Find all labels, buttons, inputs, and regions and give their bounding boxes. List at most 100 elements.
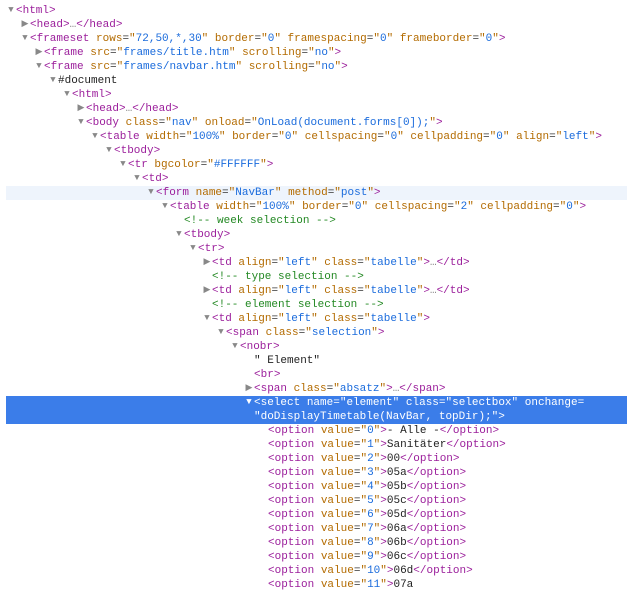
tree-row[interactable]: ▶<span class="absatz">…</span> [6, 382, 627, 396]
tree-row[interactable]: ▼<span class="selection"> [6, 326, 627, 340]
node-label: <br> [254, 369, 280, 381]
disclosure-triangle-icon[interactable]: ▼ [62, 87, 72, 101]
tree-row[interactable]: <!-- week selection --> [6, 214, 627, 228]
node-label: <option value="2">00</option> [268, 453, 460, 465]
disclosure-triangle-icon[interactable]: ▼ [34, 59, 44, 73]
tree-row[interactable]: ▶<td align="left" class="tabelle">…</td> [6, 256, 627, 270]
tree-row[interactable]: <option value="4">05b</option> [6, 480, 627, 494]
disclosure-triangle-icon[interactable]: ▼ [188, 241, 198, 255]
node-label: <option value="10">06d</option> [268, 565, 473, 577]
tree-row[interactable]: <option value="8">06b</option> [6, 536, 627, 550]
node-label: <td align="left" class="tabelle">…</td> [212, 257, 470, 269]
node-label: <tr bgcolor="#FFFFFF"> [128, 159, 273, 171]
disclosure-triangle-icon[interactable]: ▼ [90, 129, 100, 143]
disclosure-triangle-icon[interactable]: ▼ [174, 227, 184, 241]
tree-row[interactable]: <br> [6, 368, 627, 382]
node-label: <!-- element selection --> [212, 299, 384, 311]
node-label: <option value="9">06c</option> [268, 551, 466, 563]
node-label: <option value="3">05a</option> [268, 467, 466, 479]
tree-row[interactable]: ▼<html> [6, 4, 627, 18]
node-label: <html> [16, 5, 56, 17]
disclosure-triangle-icon[interactable]: ▼ [146, 185, 156, 199]
node-label: <option value="1">Sanitäter</option> [268, 439, 506, 451]
disclosure-triangle-icon[interactable]: ▼ [244, 395, 254, 409]
tree-row[interactable]: <!-- element selection --> [6, 298, 627, 312]
disclosure-triangle-icon[interactable]: ▶ [34, 45, 44, 59]
disclosure-triangle-icon[interactable]: ▼ [104, 143, 114, 157]
node-label: #document [58, 75, 117, 87]
disclosure-triangle-icon[interactable]: ▶ [202, 255, 212, 269]
tree-row[interactable]: ▼<select name="element" class="selectbox… [6, 396, 627, 424]
disclosure-triangle-icon[interactable]: ▶ [76, 101, 86, 115]
tree-row[interactable]: <!-- type selection --> [6, 270, 627, 284]
node-label: <frameset rows="72,50,*,30" border="0" f… [30, 33, 505, 45]
disclosure-triangle-icon[interactable]: ▶ [202, 283, 212, 297]
tree-row[interactable]: ▼<tr> [6, 242, 627, 256]
tree-row[interactable]: ▶<frame src="frames/title.htm" scrolling… [6, 46, 627, 60]
tree-row[interactable]: <option value="7">06a</option> [6, 522, 627, 536]
node-label: <tbody> [114, 145, 160, 157]
node-label: <option value="0">- Alle -</option> [268, 425, 499, 437]
tree-row[interactable]: <option value="10">06d</option> [6, 564, 627, 578]
tree-row[interactable]: ▼<form name="NavBar" method="post"> [6, 186, 627, 200]
tree-row[interactable]: ▼<tbody> [6, 228, 627, 242]
node-label: <body class="nav" onload="OnLoad(documen… [86, 117, 443, 129]
tree-row[interactable]: ▼<html> [6, 88, 627, 102]
node-label: <option value="5">05c</option> [268, 495, 466, 507]
disclosure-triangle-icon[interactable]: ▼ [160, 199, 170, 213]
node-label: <option value="7">06a</option> [268, 523, 466, 535]
node-label: <frame src="frames/navbar.htm" scrolling… [44, 61, 348, 73]
tree-row[interactable]: ▼<nobr> [6, 340, 627, 354]
node-label: <tbody> [184, 229, 230, 241]
disclosure-triangle-icon[interactable]: ▼ [230, 339, 240, 353]
node-label: <html> [72, 89, 112, 101]
tree-row[interactable]: ▼#document [6, 74, 627, 88]
node-label: <nobr> [240, 341, 280, 353]
node-label: <form name="NavBar" method="post"> [156, 187, 381, 199]
disclosure-triangle-icon[interactable]: ▼ [6, 3, 16, 17]
tree-row[interactable]: <option value="9">06c</option> [6, 550, 627, 564]
node-label: <!-- type selection --> [212, 271, 364, 283]
tree-row[interactable]: <option value="6">05d</option> [6, 508, 627, 522]
tree-row[interactable]: ▼<td> [6, 172, 627, 186]
tree-row[interactable]: <option value="1">Sanitäter</option> [6, 438, 627, 452]
tree-row[interactable]: " Element" [6, 354, 627, 368]
node-label: " Element" [254, 355, 320, 367]
tree-row[interactable]: ▼<table width="100%" border="0" cellspac… [6, 130, 627, 144]
node-label: <span class="absatz">…</span> [254, 383, 446, 395]
tree-row[interactable]: <option value="3">05a</option> [6, 466, 627, 480]
tree-row[interactable]: <option value="2">00</option> [6, 452, 627, 466]
node-label: <table width="100%" border="0" cellspaci… [170, 201, 586, 213]
tree-row[interactable]: ▶<td align="left" class="tabelle">…</td> [6, 284, 627, 298]
node-label-cont: "doDisplayTimetable(NavBar, topDir);"> [254, 411, 505, 423]
node-label: <td> [142, 173, 168, 185]
disclosure-triangle-icon[interactable]: ▼ [132, 171, 142, 185]
node-label: <tr> [198, 243, 224, 255]
disclosure-triangle-icon[interactable]: ▼ [48, 73, 58, 87]
node-label: <head>…</head> [86, 103, 178, 115]
disclosure-triangle-icon[interactable]: ▼ [76, 115, 86, 129]
tree-row[interactable]: ▼<table width="100%" border="0" cellspac… [6, 200, 627, 214]
node-label: <!-- week selection --> [184, 215, 336, 227]
tree-row[interactable]: ▶<head>…</head> [6, 18, 627, 32]
dom-tree: ▼<html>▶<head>…</head>▼<frameset rows="7… [6, 4, 627, 592]
tree-row[interactable]: <option value="11">07a [6, 578, 627, 592]
node-label: <select name="element" class="selectbox"… [254, 397, 584, 409]
tree-row[interactable]: ▼<tbody> [6, 144, 627, 158]
disclosure-triangle-icon[interactable]: ▶ [20, 17, 30, 31]
tree-row[interactable]: ▼<td align="left" class="tabelle"> [6, 312, 627, 326]
tree-row[interactable]: <option value="0">- Alle -</option> [6, 424, 627, 438]
tree-row[interactable]: ▼<tr bgcolor="#FFFFFF"> [6, 158, 627, 172]
tree-row[interactable]: ▼<body class="nav" onload="OnLoad(docume… [6, 116, 627, 130]
node-label: <head>…</head> [30, 19, 122, 31]
node-label: <option value="6">05d</option> [268, 509, 466, 521]
tree-row[interactable]: ▼<frameset rows="72,50,*,30" border="0" … [6, 32, 627, 46]
tree-row[interactable]: <option value="5">05c</option> [6, 494, 627, 508]
disclosure-triangle-icon[interactable]: ▼ [202, 311, 212, 325]
disclosure-triangle-icon[interactable]: ▼ [118, 157, 128, 171]
disclosure-triangle-icon[interactable]: ▼ [20, 31, 30, 45]
disclosure-triangle-icon[interactable]: ▶ [244, 381, 254, 395]
disclosure-triangle-icon[interactable]: ▼ [216, 325, 226, 339]
tree-row[interactable]: ▼<frame src="frames/navbar.htm" scrollin… [6, 60, 627, 74]
tree-row[interactable]: ▶<head>…</head> [6, 102, 627, 116]
